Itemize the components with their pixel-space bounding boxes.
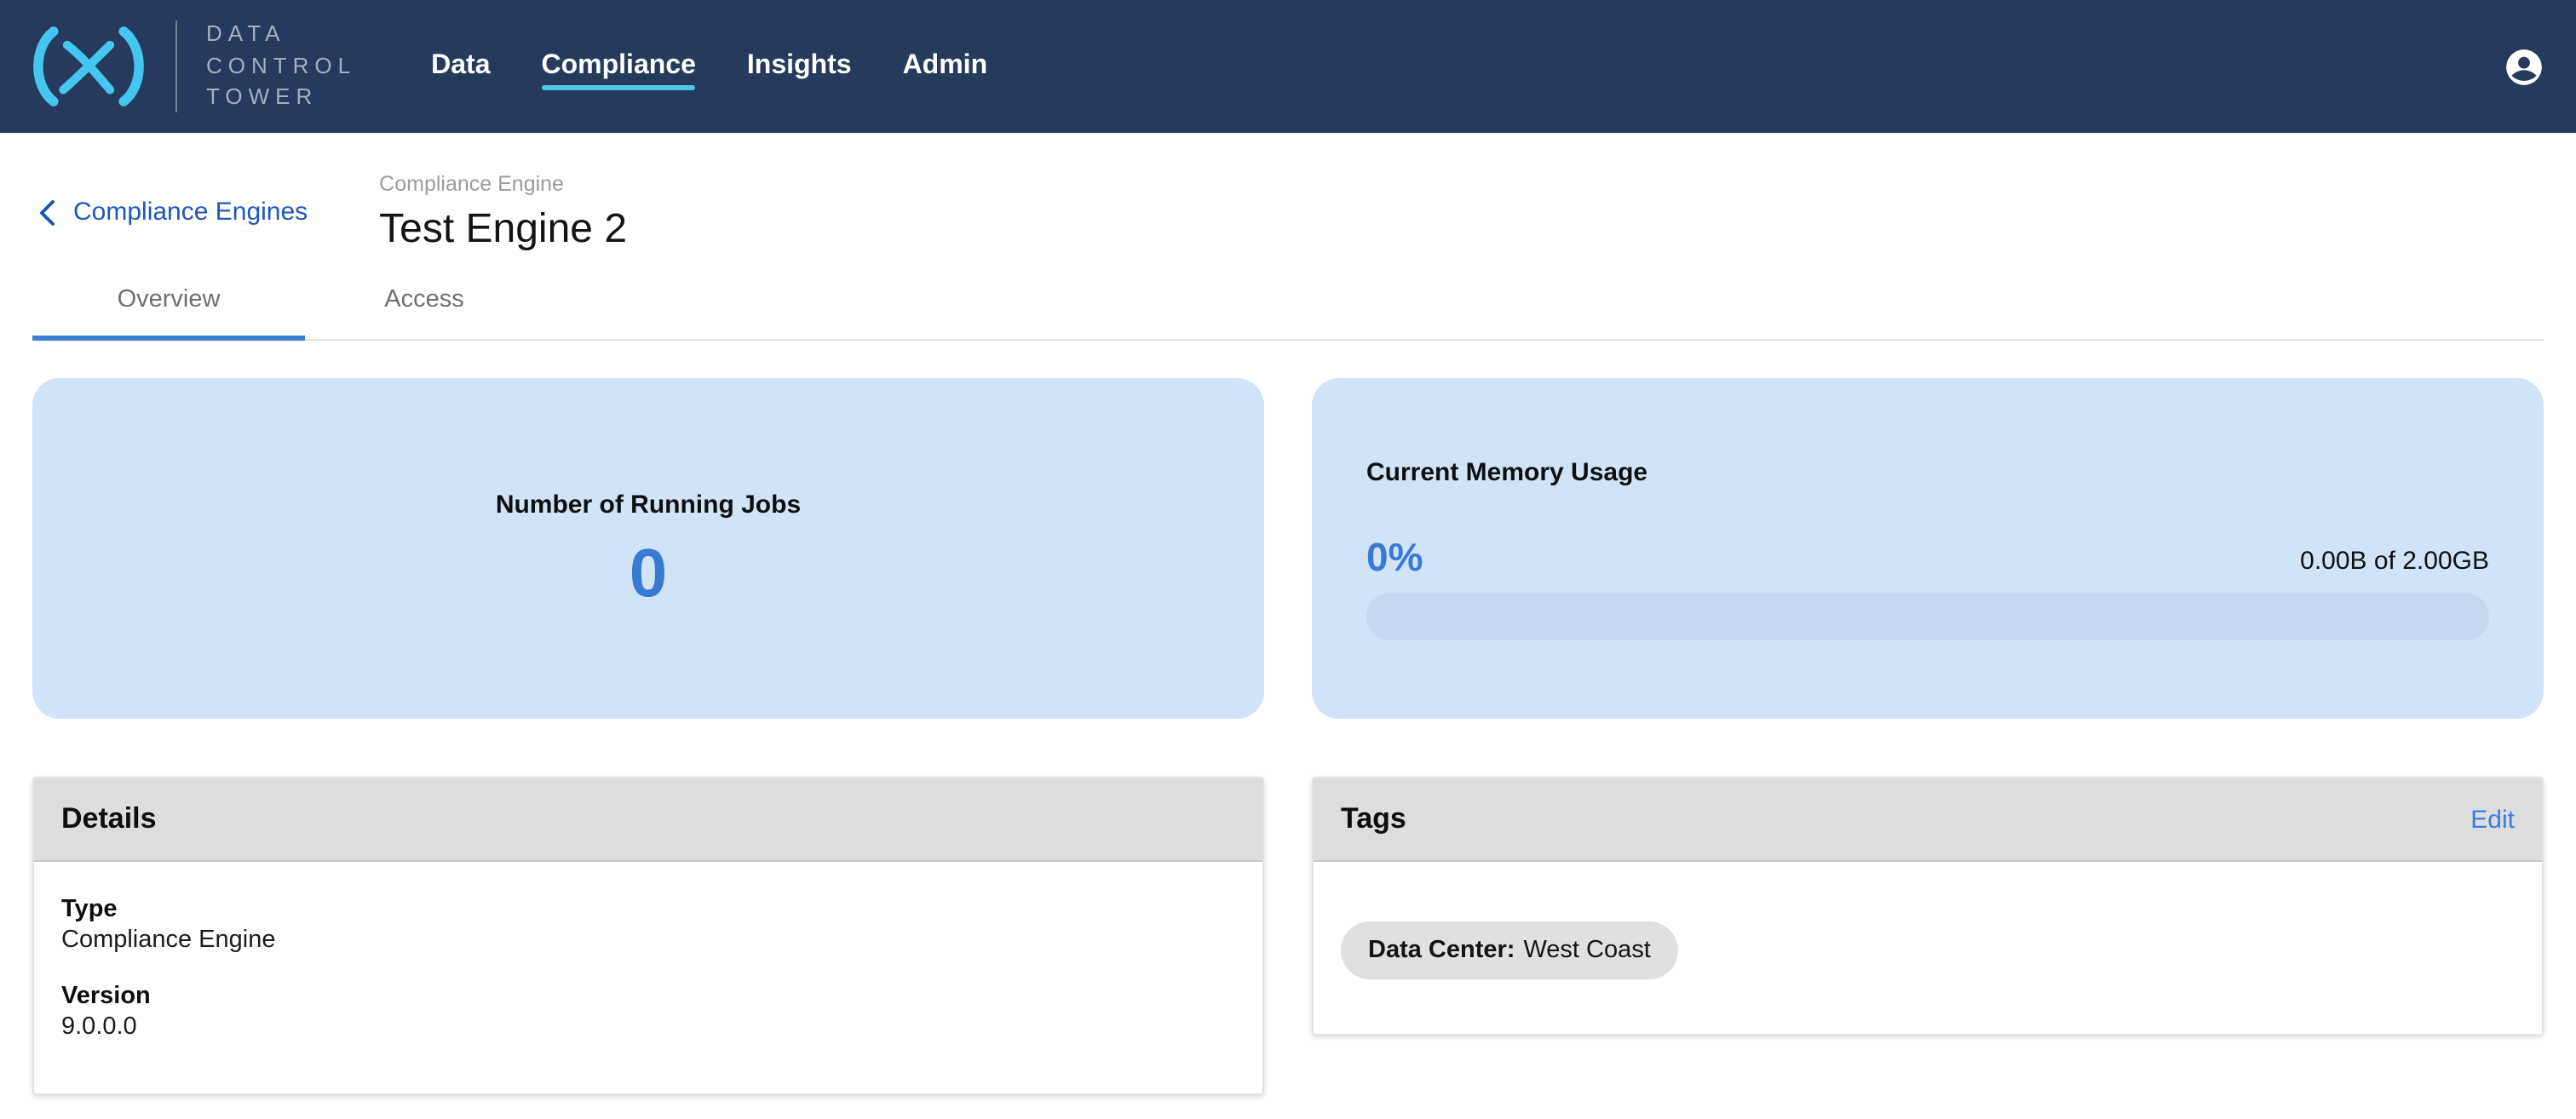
app-window: DATA CONTROL TOWER Data Compliance Insig…: [0, 0, 2576, 1119]
nav-item-insights[interactable]: Insights: [747, 0, 852, 133]
tab-overview[interactable]: Overview: [32, 287, 305, 340]
wordmark-line: CONTROL: [206, 51, 356, 83]
back-link-compliance-engines[interactable]: Compliance Engines: [36, 198, 308, 227]
running-jobs-card: Number of Running Jobs 0: [32, 379, 1264, 720]
memory-usage-title: Current Memory Usage: [1366, 459, 2489, 488]
field-label-type: Type: [61, 895, 1235, 926]
title-block: Compliance Engine Test Engine 2: [379, 172, 627, 253]
dct-wordmark: DATA CONTROL TOWER: [206, 20, 356, 114]
page-head: Compliance Engines Compliance Engine Tes…: [0, 133, 2576, 253]
tag-pill: Data Center: West Coast: [1341, 922, 1678, 980]
details-card: Details Type Compliance Engine Version 9…: [32, 778, 1264, 1096]
page-title: Test Engine 2: [379, 208, 627, 253]
stat-cards-row: Number of Running Jobs 0 Current Memory …: [32, 379, 2544, 720]
tag-key: Data Center:: [1368, 938, 1515, 965]
running-jobs-value: 0: [630, 540, 668, 608]
nav-item-data[interactable]: Data: [431, 0, 490, 133]
nav-item-admin[interactable]: Admin: [903, 0, 988, 133]
chevron-left-icon: [36, 198, 58, 226]
tags-card-body: Data Center: West Coast: [1314, 863, 2542, 1035]
details-card-body: Type Compliance Engine Version 9.0.0.0: [34, 863, 1262, 1094]
details-card-title: Details: [61, 803, 157, 837]
account-icon[interactable]: [2503, 45, 2545, 88]
running-jobs-title: Number of Running Jobs: [496, 491, 801, 519]
tags-card: Tags Edit Data Center: West Coast: [1312, 778, 2544, 1036]
field-value-version: 9.0.0.0: [61, 1013, 1235, 1043]
back-link-label: Compliance Engines: [73, 198, 308, 227]
tags-card-title: Tags: [1341, 803, 1406, 837]
tag-value: West Coast: [1523, 938, 1650, 965]
tab-access[interactable]: Access: [305, 287, 543, 340]
tab-bar: Overview Access: [32, 287, 2544, 341]
entity-type-label: Compliance Engine: [379, 172, 627, 196]
top-navbar: DATA CONTROL TOWER Data Compliance Insig…: [0, 0, 2576, 133]
wordmark-line: TOWER: [206, 83, 356, 114]
field-label-version: Version: [61, 982, 1235, 1013]
field-value-type: Compliance Engine: [61, 926, 1235, 956]
primary-nav: Data Compliance Insights Admin: [431, 0, 987, 133]
tags-card-header: Tags Edit: [1314, 779, 2542, 863]
nav-item-compliance[interactable]: Compliance: [542, 0, 696, 133]
wordmark-line: DATA: [206, 20, 356, 51]
logo-divider: [175, 20, 177, 112]
edit-tags-link[interactable]: Edit: [2470, 806, 2515, 835]
details-card-header: Details: [34, 779, 1262, 863]
info-cards-row: Details Type Compliance Engine Version 9…: [32, 778, 2544, 1096]
memory-percent: 0%: [1366, 539, 1423, 578]
memory-progress-bar: [1366, 594, 2489, 641]
dct-logo-icon[interactable]: [26, 26, 152, 107]
memory-usage-text: 0.00B of 2.00GB: [2300, 548, 2489, 578]
memory-usage-card: Current Memory Usage 0% 0.00B of 2.00GB: [1312, 379, 2544, 720]
